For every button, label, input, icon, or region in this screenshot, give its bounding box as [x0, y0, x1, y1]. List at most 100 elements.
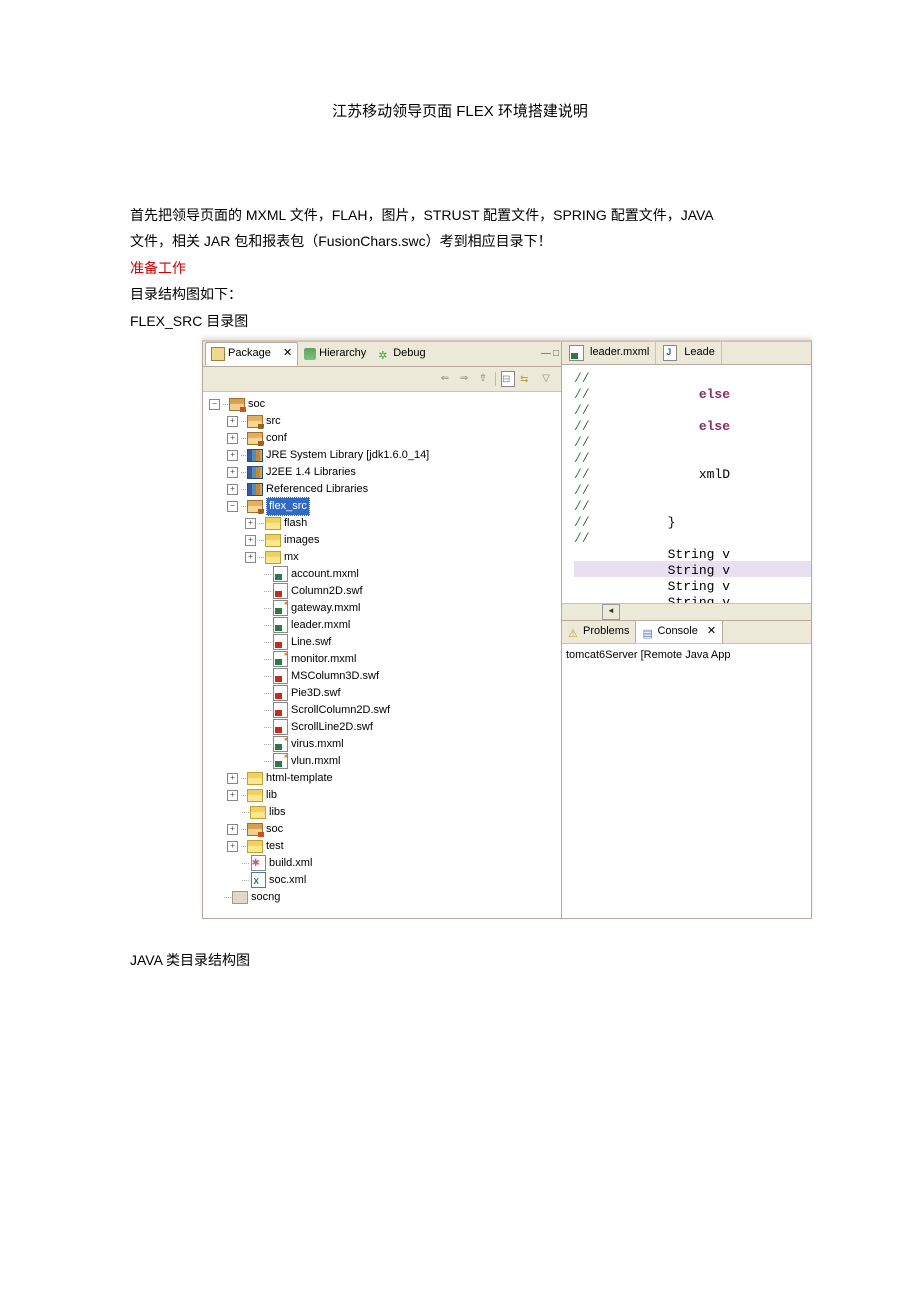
tree-node-flash[interactable]: flash	[284, 515, 307, 533]
swf-file-icon	[273, 685, 288, 701]
project-icon	[229, 398, 245, 411]
maximize-icon[interactable]: □	[553, 346, 559, 362]
forward-icon[interactable]: ⇒	[457, 372, 471, 386]
tree-node-build[interactable]: build.xml	[269, 855, 312, 873]
swf-file-icon	[273, 702, 288, 718]
tab-package[interactable]: Package ✕	[205, 342, 298, 366]
tree-node-scrollline2d[interactable]: ScrollLine2D.swf	[291, 719, 373, 737]
tree-node-flexsrc-selected[interactable]: flex_src	[266, 497, 310, 517]
folder-icon	[247, 840, 263, 853]
tab-hierarchy[interactable]: Hierarchy	[298, 342, 372, 366]
mxml-app-icon	[273, 600, 288, 616]
bug-icon: ✲	[378, 348, 390, 360]
tree-node-pie3d[interactable]: Pie3D.swf	[291, 685, 341, 703]
tree-node-libs[interactable]: libs	[269, 804, 286, 822]
expander-icon[interactable]: +	[227, 450, 238, 461]
swf-file-icon	[273, 668, 288, 684]
menu-icon[interactable]: ▽	[539, 372, 553, 386]
java-file-icon	[663, 345, 677, 361]
expander-icon[interactable]: +	[245, 535, 256, 546]
close-icon[interactable]: ✕	[283, 345, 292, 363]
ide-screenshot: Package ✕ Hierarchy ✲Debug —□ ⇐ ⇒ ⇮ ⊟ ⇆ …	[202, 340, 812, 919]
editor-tab-leade[interactable]: Leade	[656, 342, 722, 364]
tab-console[interactable]: ▤Console ✕	[635, 621, 723, 643]
up-icon[interactable]: ⇮	[476, 372, 490, 386]
tree-node-mscolumn3d[interactable]: MSColumn3D.swf	[291, 668, 379, 686]
tree-node-test[interactable]: test	[266, 838, 284, 856]
library-icon	[247, 449, 263, 462]
hierarchy-icon	[304, 348, 316, 360]
folder-icon	[247, 772, 263, 785]
tree-node-monitor[interactable]: monitor.mxml	[291, 651, 356, 669]
editor-pane: leader.mxml Leade // // else // // else …	[562, 342, 811, 918]
tree-node-mx[interactable]: mx	[284, 549, 299, 567]
folder-icon	[247, 789, 263, 802]
tab-problems[interactable]: ⚠Problems	[562, 621, 635, 643]
mxml-file-icon	[273, 566, 288, 582]
package-icon	[211, 347, 225, 361]
tree-node-leader[interactable]: leader.mxml	[291, 617, 350, 635]
expander-icon[interactable]: +	[227, 416, 238, 427]
code-editor[interactable]: // // else // // else // // // xmlD // /…	[562, 365, 811, 620]
tree-node-ref[interactable]: Referenced Libraries	[266, 481, 368, 499]
tree-node-soc[interactable]: soc	[248, 396, 265, 414]
tree-node-virus[interactable]: virus.mxml	[291, 736, 344, 754]
library-icon	[247, 483, 263, 496]
expander-icon[interactable]: −	[227, 501, 238, 512]
tab-debug[interactable]: ✲Debug	[372, 342, 431, 366]
tree-node-html-template[interactable]: html-template	[266, 770, 333, 788]
horizontal-scrollbar[interactable]: ◄	[562, 603, 811, 620]
view-tabbar: Package ✕ Hierarchy ✲Debug —□	[203, 342, 561, 367]
source-folder-icon	[247, 500, 263, 513]
folder-icon	[247, 823, 263, 836]
expander-icon[interactable]: +	[227, 824, 238, 835]
tree-node-images[interactable]: images	[284, 532, 319, 550]
tree-node-lib[interactable]: lib	[266, 787, 277, 805]
editor-tabbar: leader.mxml Leade	[562, 342, 811, 365]
dir-structure-label: 目录结构图如下：	[130, 283, 790, 305]
bottom-tabbar: ⚠Problems ▤Console ✕	[562, 620, 811, 643]
folder-icon	[265, 534, 281, 547]
editor-tab-leader[interactable]: leader.mxml	[562, 342, 656, 364]
collapse-icon[interactable]: ⊟	[501, 372, 515, 386]
prep-label: 准备工作	[130, 257, 790, 279]
explorer-toolbar: ⇐ ⇒ ⇮ ⊟ ⇆ ▽	[203, 367, 561, 392]
expander-icon[interactable]: +	[227, 433, 238, 444]
expander-icon[interactable]: +	[227, 467, 238, 478]
doc-title: 江苏移动领导页面 FLEX 环境搭建说明	[130, 100, 790, 124]
mxml-app-icon	[273, 736, 288, 752]
tree-node-vlun[interactable]: vlun.mxml	[291, 753, 341, 771]
tree-node-j2ee[interactable]: J2EE 1.4 Libraries	[266, 464, 356, 482]
tree-node-line[interactable]: Line.swf	[291, 634, 331, 652]
expander-icon[interactable]: +	[245, 552, 256, 563]
expander-icon[interactable]: +	[227, 773, 238, 784]
ant-file-icon	[251, 855, 266, 871]
swf-file-icon	[273, 583, 288, 599]
project-tree[interactable]: −···soc +···src +···conf +···JRE System …	[203, 392, 561, 918]
tree-node-scrollcolumn2d[interactable]: ScrollColumn2D.swf	[291, 702, 390, 720]
expander-icon[interactable]: +	[227, 790, 238, 801]
tree-node-socfolder[interactable]: soc	[266, 821, 283, 839]
problems-icon: ⚠	[568, 626, 580, 638]
tree-node-account[interactable]: account.mxml	[291, 566, 359, 584]
folder-icon	[265, 517, 281, 530]
close-icon[interactable]: ✕	[707, 623, 716, 641]
mxml-app-icon	[273, 753, 288, 769]
tree-node-socng[interactable]: socng	[251, 889, 280, 907]
expander-icon[interactable]: +	[227, 841, 238, 852]
xml-file-icon	[251, 872, 266, 888]
expander-icon[interactable]: −	[209, 399, 220, 410]
tree-node-socxml[interactable]: soc.xml	[269, 872, 306, 890]
expander-icon[interactable]: +	[245, 518, 256, 529]
tree-node-conf[interactable]: conf	[266, 430, 287, 448]
back-icon[interactable]: ⇐	[438, 372, 452, 386]
mxml-app-icon	[273, 651, 288, 667]
tree-node-jre[interactable]: JRE System Library [jdk1.6.0_14]	[266, 447, 429, 465]
scroll-left-icon[interactable]: ◄	[602, 604, 620, 620]
expander-icon[interactable]: +	[227, 484, 238, 495]
tree-node-gateway[interactable]: gateway.mxml	[291, 600, 360, 618]
tree-node-src[interactable]: src	[266, 413, 281, 431]
link-icon[interactable]: ⇆	[520, 372, 534, 386]
minimize-icon[interactable]: —	[541, 346, 551, 362]
tree-node-column2d[interactable]: Column2D.swf	[291, 583, 363, 601]
